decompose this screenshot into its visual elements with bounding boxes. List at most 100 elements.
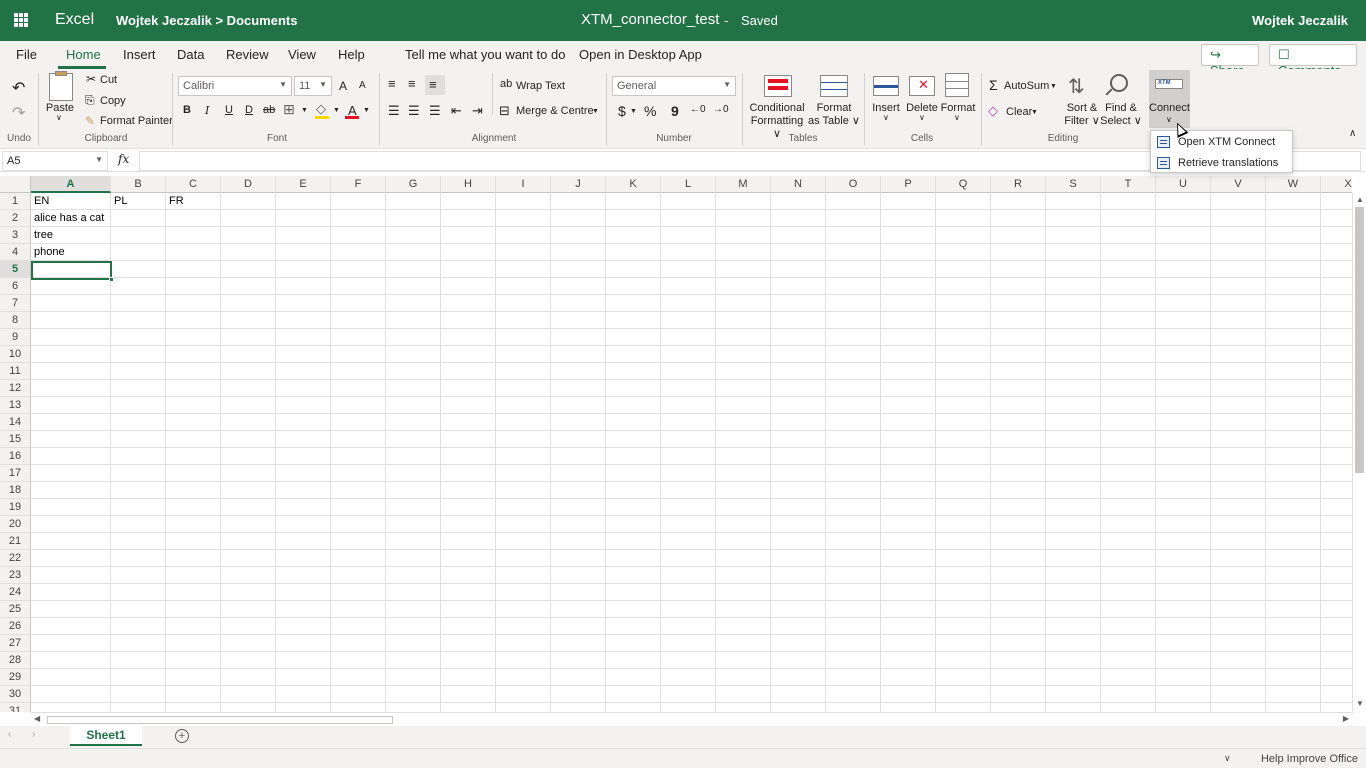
column-header-l[interactable]: L [661,176,716,193]
chevron-down-icon[interactable]: ▼ [301,107,308,114]
tab-review[interactable]: Review [226,47,269,62]
column-header-w[interactable]: W [1266,176,1321,193]
row-header-16[interactable]: 16 [0,448,31,465]
document-title[interactable]: XTM_connector_test [581,11,719,28]
currency-button[interactable]: $ [618,103,626,119]
double-underline-button[interactable]: D [245,104,253,116]
align-right-icon[interactable]: ☰ [429,103,441,119]
cell-a1[interactable]: EN [31,193,111,210]
cell-b1[interactable]: PL [111,193,166,210]
clear-button[interactable]: Clear [1006,106,1032,118]
strikethrough-button[interactable]: ab [263,104,275,116]
chevron-down-icon[interactable]: ∨ [1224,753,1231,764]
decrease-indent-icon[interactable]: ⇤ [451,103,462,119]
align-left-icon[interactable]: ☰ [388,103,400,119]
share-button[interactable]: ↪ Share [1201,44,1259,78]
fill-handle[interactable] [109,277,114,282]
help-improve-office-link[interactable]: Help Improve Office [1261,753,1358,765]
connect-button[interactable]: XTM Connect ∨ [1149,70,1190,128]
scroll-down-icon[interactable]: ▼ [1356,699,1364,708]
chevron-down-icon[interactable]: ∨ [56,113,62,122]
row-header-31[interactable]: 31 [0,703,31,712]
row-header-7[interactable]: 7 [0,295,31,312]
column-header-i[interactable]: I [496,176,551,193]
chevron-down-icon[interactable]: ▼ [592,108,599,115]
row-header-26[interactable]: 26 [0,618,31,635]
decrease-decimal-icon[interactable]: →0 [713,104,729,115]
chevron-down-icon[interactable]: ∨ [954,113,960,122]
insert-cells-icon[interactable] [873,76,899,96]
column-header-o[interactable]: O [826,176,881,193]
menu-item-retrieve-translations[interactable]: Retrieve translations [1151,153,1292,174]
chevron-down-icon[interactable]: ∨ [919,113,925,122]
column-header-u[interactable]: U [1156,176,1211,193]
breadcrumb[interactable]: Wojtek Jeczalik > Documents [116,13,297,28]
paste-icon[interactable] [49,71,73,101]
tab-data[interactable]: Data [177,47,204,62]
collapse-ribbon-icon[interactable]: ∧ [1349,128,1356,139]
column-header-q[interactable]: Q [936,176,991,193]
conditional-formatting-icon[interactable] [764,75,792,97]
select-all-corner[interactable] [0,176,31,193]
user-name[interactable]: Wojtek Jeczalik [1252,13,1348,28]
tab-help[interactable]: Help [338,47,365,62]
row-header-6[interactable]: 6 [0,278,31,295]
tab-insert[interactable]: Insert [123,47,156,62]
copy-button[interactable]: Copy [100,95,126,107]
row-header-22[interactable]: 22 [0,550,31,567]
row-header-3[interactable]: 3 [0,227,31,244]
sort-filter-icon[interactable]: ⇅ [1068,74,1085,99]
scroll-thumb[interactable] [1355,207,1364,473]
active-cell-a5[interactable] [31,261,112,280]
scroll-up-icon[interactable]: ▲ [1356,195,1364,204]
sort-filter-button[interactable]: Sort & Filter ∨ [1061,102,1103,128]
chevron-down-icon[interactable]: ▼ [1031,109,1038,116]
format-cells-icon[interactable] [945,73,969,97]
column-header-v[interactable]: V [1211,176,1266,193]
row-header-14[interactable]: 14 [0,414,31,431]
percent-button[interactable]: % [644,103,656,119]
scroll-left-icon[interactable]: ◀ [34,714,40,723]
cell-a2[interactable]: alice has a cat [31,210,111,227]
tab-file[interactable]: File [16,47,37,62]
name-box[interactable]: A5 ▼ [2,151,108,171]
scroll-right-icon[interactable]: ▶ [1343,714,1349,723]
row-header-17[interactable]: 17 [0,465,31,482]
merge-centre-button[interactable]: Merge & Centre [516,105,594,117]
number-format-select[interactable]: General ▼ [612,76,736,96]
column-header-x[interactable]: X [1321,176,1352,193]
column-header-t[interactable]: T [1101,176,1156,193]
row-header-11[interactable]: 11 [0,363,31,380]
row-header-29[interactable]: 29 [0,669,31,686]
column-header-p[interactable]: P [881,176,936,193]
cut-button[interactable]: Cut [100,74,117,86]
spreadsheet-grid[interactable]: ABCDEFGHIJKLMNOPQRSTUVWX 1 2 3 4 5 6 7 8 9 10 11 12… [0,176,1352,712]
format-painter-button[interactable]: Format Painter [100,115,173,127]
row-header-9[interactable]: 9 [0,329,31,346]
cell-c1[interactable]: FR [166,193,221,210]
add-sheet-button[interactable]: + [175,729,189,743]
chevron-down-icon[interactable]: ▼ [333,107,340,114]
column-header-c[interactable]: C [166,176,221,193]
function-icon[interactable]: fx [118,152,129,166]
fill-color-icon[interactable]: ◇ [316,101,326,117]
row-header-4[interactable]: 4 [0,244,31,261]
comma-button[interactable]: 9 [671,103,679,119]
column-header-m[interactable]: M [716,176,771,193]
redo-icon[interactable]: ↷ [12,103,25,123]
underline-button[interactable]: U [225,104,233,116]
column-header-g[interactable]: G [386,176,441,193]
column-header-r[interactable]: R [991,176,1046,193]
chevron-down-icon[interactable]: ∨ [883,113,889,122]
row-header-19[interactable]: 19 [0,499,31,516]
cell-a4[interactable]: phone [31,244,111,261]
row-header-23[interactable]: 23 [0,567,31,584]
format-as-table-icon[interactable] [820,75,848,97]
row-header-5[interactable]: 5 [0,261,31,278]
horizontal-scrollbar[interactable]: ◀ ▶ [31,712,1352,726]
italic-button[interactable]: I [205,104,209,117]
font-size-select[interactable]: 11 ▼ [294,76,332,96]
column-header-k[interactable]: K [606,176,661,193]
column-header-a[interactable]: A [31,176,111,193]
scroll-thumb[interactable] [47,716,393,724]
